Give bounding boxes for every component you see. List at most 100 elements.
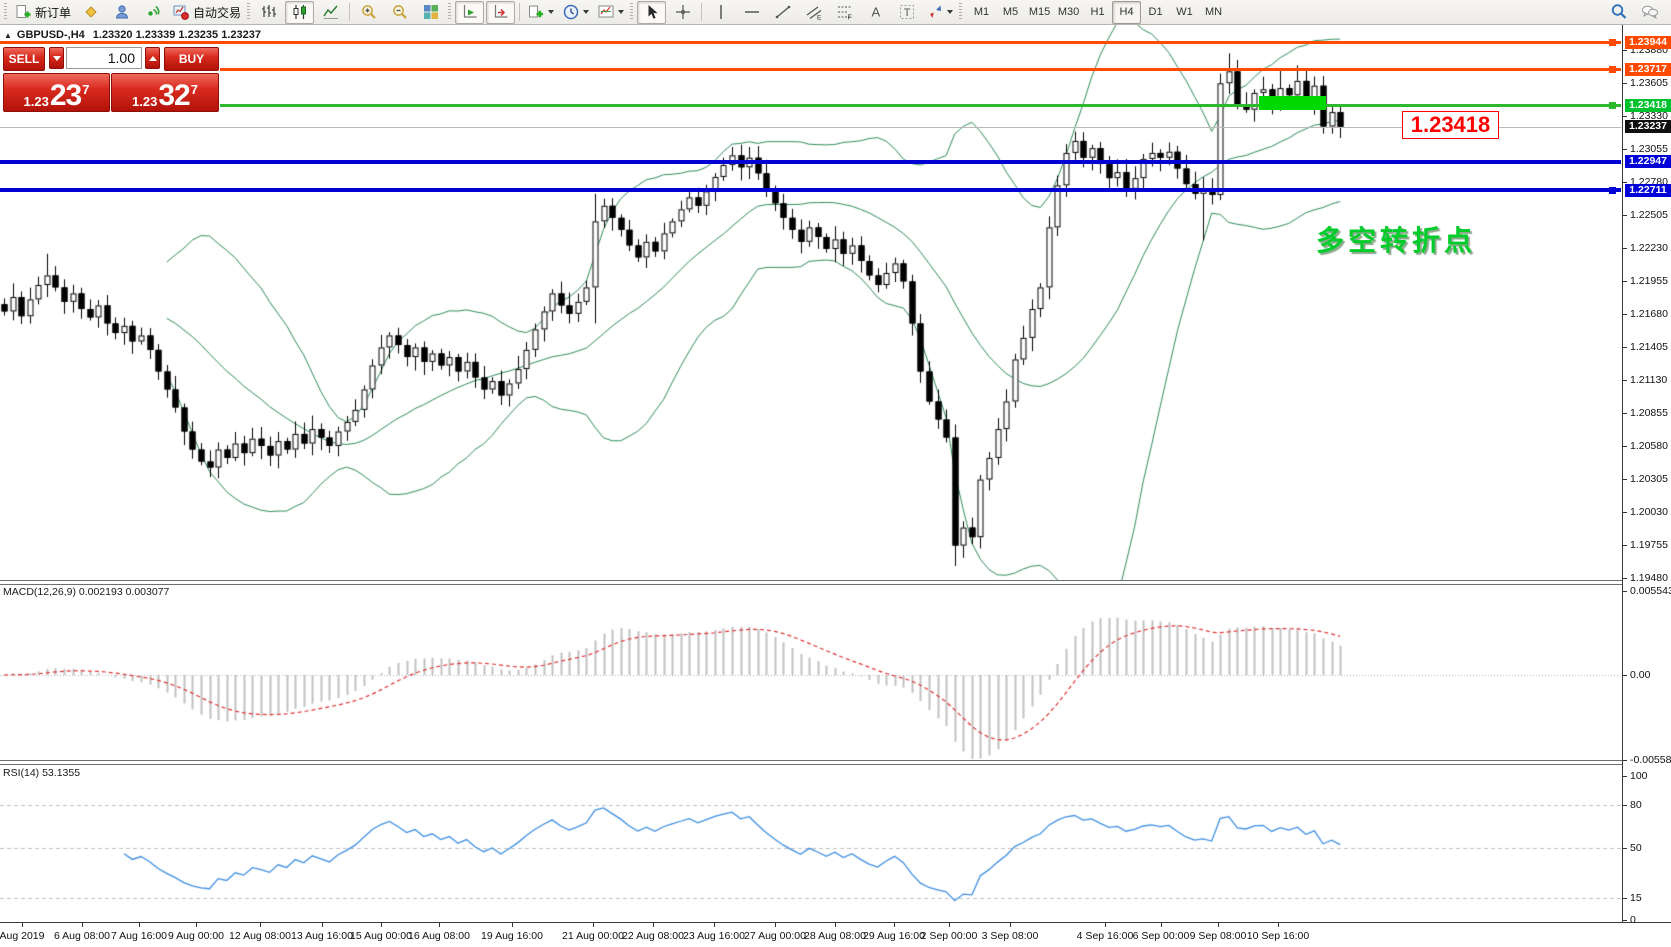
zoom-out-button[interactable] (385, 1, 414, 24)
timeframe-h1-button[interactable]: H1 (1083, 1, 1112, 24)
volume-increase-button[interactable] (145, 47, 160, 69)
time-tick (949, 923, 950, 927)
line-handle-marker[interactable] (1609, 187, 1616, 194)
horizontal-line-object[interactable] (0, 188, 1621, 192)
bar-chart-button[interactable] (254, 1, 283, 24)
bid-big-digits: 23 (50, 82, 81, 109)
buy-button[interactable]: BUY (164, 47, 219, 71)
timeframe-h4-button[interactable]: H4 (1112, 1, 1141, 24)
axis-tick (1623, 479, 1627, 480)
autotrading-button[interactable]: 自动交易 (169, 1, 244, 24)
hline-icon (743, 3, 761, 21)
line-chart-button[interactable] (316, 1, 345, 24)
svg-text:E: E (817, 15, 822, 22)
horizontal-line-object[interactable] (0, 104, 1621, 107)
horizontal-line-object[interactable] (0, 68, 1621, 71)
timeframe-m15-button[interactable]: M15 (1025, 1, 1054, 24)
panel-divider-rsi[interactable] (0, 760, 1671, 765)
mql5-market-icon[interactable] (76, 1, 105, 24)
chinese-text-annotation[interactable]: 多空转折点 (1316, 219, 1476, 259)
timeframe-m5-button[interactable]: M5 (996, 1, 1025, 24)
axis-tick (1623, 83, 1627, 84)
vertical-line-button[interactable] (706, 1, 735, 24)
line-handle-marker[interactable] (1609, 66, 1616, 73)
one-click-collapse-toggle[interactable]: ▲ (4, 31, 12, 40)
symbol-period-label: GBPUSD-,H4 (17, 29, 85, 41)
timeframe-m1-button[interactable]: M1 (967, 1, 996, 24)
axis-tick (1623, 347, 1627, 348)
chart-shift-button[interactable] (486, 1, 515, 24)
price-text-annotation[interactable]: 1.23418 (1402, 111, 1499, 139)
time-tick (894, 923, 895, 927)
cursor-button[interactable] (637, 1, 666, 24)
price-axis-label: 1.23055 (1630, 143, 1668, 155)
toolbar-grip[interactable] (630, 3, 633, 21)
toolbar-separator (519, 3, 520, 21)
toolbar-grip[interactable] (959, 3, 962, 21)
horizontal-line-object[interactable] (0, 160, 1621, 164)
timeframe-d1-button[interactable]: D1 (1141, 1, 1170, 24)
panel-divider-macd[interactable] (0, 580, 1671, 585)
add-indicator-dropdown[interactable] (524, 1, 557, 24)
timeframe-mn-button[interactable]: MN (1199, 1, 1228, 24)
crosshair-icon (674, 3, 692, 21)
chart-title-bar: ▲ GBPUSD-,H4 1.23320 1.23339 1.23235 1.2… (4, 29, 261, 41)
line-handle-marker[interactable] (1609, 39, 1616, 46)
equidistant-channel-button[interactable]: E (799, 1, 828, 24)
trendline-button[interactable] (768, 1, 797, 24)
text-button[interactable]: A (861, 1, 890, 24)
volume-decrease-button[interactable] (49, 47, 64, 69)
axis-tick (1623, 50, 1627, 51)
price-axis-label: 1.19755 (1630, 539, 1668, 551)
new-order-button[interactable]: 新订单 (11, 1, 74, 24)
chat-icon[interactable] (1635, 1, 1664, 24)
price-level-badge: 1.22947 (1625, 155, 1671, 168)
search-icon[interactable] (1604, 1, 1633, 24)
bars-icon (260, 3, 278, 21)
clock-icon (562, 3, 580, 21)
sell-button[interactable]: SELL (3, 47, 45, 71)
ask-big-digits: 32 (158, 82, 189, 109)
price-axis[interactable]: 1.239441.237171.234181.229471.227111.232… (1622, 25, 1671, 922)
templates-dropdown[interactable] (594, 1, 627, 24)
axis-tick (1623, 920, 1627, 921)
signals-icon[interactable] (138, 1, 167, 24)
auto-scroll-button[interactable] (455, 1, 484, 24)
time-tick (1105, 923, 1106, 927)
timeframe-toolbar: M1M5M15M30H1H4D1W1MN (967, 1, 1228, 24)
arrows-dropdown[interactable] (923, 1, 956, 24)
axis-tick (1623, 898, 1627, 899)
time-axis-label: 29 Aug 16:00 (863, 930, 925, 942)
ask-prefix: 1.23 (132, 94, 157, 109)
toolbar-grip[interactable] (247, 3, 250, 21)
plusdoc-icon (527, 3, 545, 21)
time-axis-label: 15 Aug 00:00 (350, 930, 412, 942)
bid-price-button[interactable]: 1.23237 (3, 73, 110, 112)
time-axis-label: 3 Sep 08:00 (982, 930, 1039, 942)
timeframe-w1-button[interactable]: W1 (1170, 1, 1199, 24)
periods-dropdown[interactable] (559, 1, 592, 24)
horizontal-line-button[interactable] (737, 1, 766, 24)
rectangle-annotation[interactable] (1259, 96, 1326, 110)
text-label-button[interactable]: T (892, 1, 921, 24)
crosshair-button[interactable] (668, 1, 697, 24)
toolbar-grip[interactable] (4, 3, 7, 21)
toolbar-separator (349, 3, 350, 21)
price-level-badge: 1.22711 (1625, 184, 1671, 197)
zoom-in-button[interactable] (354, 1, 383, 24)
time-axis[interactable]: Aug 20196 Aug 08:007 Aug 16:009 Aug 00:0… (0, 922, 1671, 947)
toolbar-grip[interactable] (448, 3, 451, 21)
price-axis-label: 1.20855 (1630, 407, 1668, 419)
rsi-axis-label: 50 (1630, 842, 1642, 854)
time-tick (1278, 923, 1279, 927)
tile-windows-button[interactable] (416, 1, 445, 24)
ask-price-button[interactable]: 1.23327 (111, 73, 219, 112)
axis-tick (1623, 314, 1627, 315)
fibonacci-button[interactable]: F (830, 1, 859, 24)
line-handle-marker[interactable] (1609, 102, 1616, 109)
profile-icon[interactable] (107, 1, 136, 24)
zoomin-icon (360, 3, 378, 21)
candlestick-chart-button[interactable] (285, 1, 314, 24)
timeframe-m30-button[interactable]: M30 (1054, 1, 1083, 24)
volume-input[interactable] (66, 47, 142, 69)
